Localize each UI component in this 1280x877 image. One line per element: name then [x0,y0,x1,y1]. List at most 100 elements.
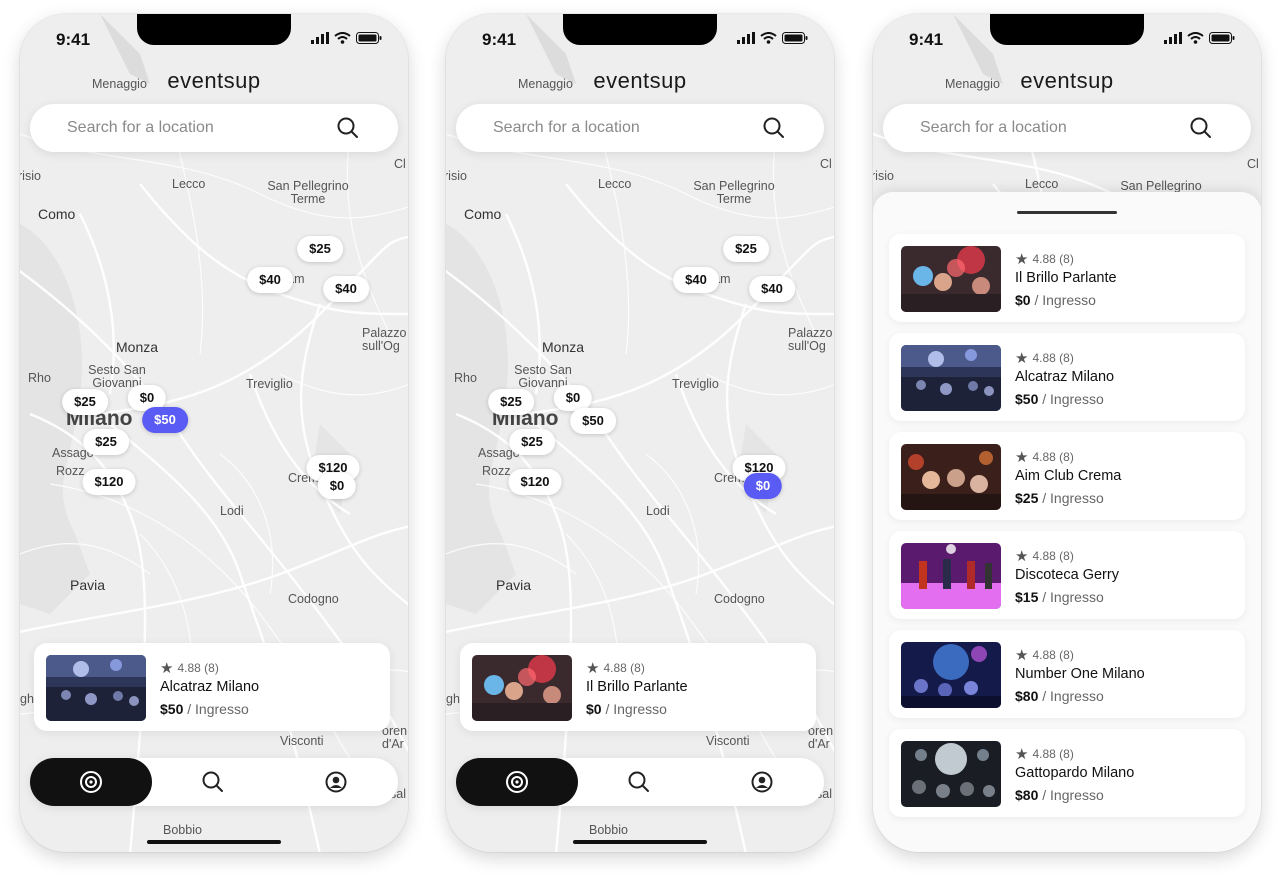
price-pin[interactable]: $40 [247,267,293,293]
app-logo: eventsup [593,68,687,93]
status-icons [1164,32,1235,44]
nav-search-button[interactable] [578,758,700,806]
event-list-item[interactable]: ★ 4.88 (8) Il Brillo Parlante $0 / Ingres… [889,234,1245,322]
price-pin[interactable]: $0 [317,473,357,499]
map-label-cl: Cl [820,157,832,171]
event-price: $80 / Ingresso [1015,787,1104,803]
map-label-palazzolo: Palazzo sull'Og [362,326,407,354]
search-bar[interactable]: Search for a location [30,104,398,152]
price-pin[interactable]: $40 [673,267,719,293]
event-price: $25 / Ingresso [1015,490,1104,506]
search-icon[interactable] [762,116,786,140]
price-pin[interactable]: $40 [323,276,369,302]
sheet-drag-handle[interactable] [1017,211,1117,214]
event-price: $0 / Ingresso [1015,292,1096,308]
explore-target-icon [80,771,102,793]
map-label-rho: Rho [28,371,51,385]
map-label-lecco: Lecco [1025,177,1059,191]
map-label-treviglio: Treviglio [246,377,293,391]
status-time: 9:41 [56,30,91,49]
price-pin[interactable]: $40 [749,276,795,302]
map-label-san-pellegrino: San Pellegrino Terme [267,179,349,207]
status-time: 9:41 [909,30,944,49]
price-pin[interactable]: $25 [509,429,555,455]
price-pin[interactable]: $120 [508,469,562,495]
price-pin[interactable]: $25 [83,429,129,455]
search-bar[interactable]: Search for a location [456,104,824,152]
map-label-bobbio: Bobbio [589,823,628,837]
search-icon[interactable] [1189,116,1213,140]
nav-profile-button[interactable] [700,758,824,806]
event-price: $80 / Ingresso [1015,688,1104,704]
star-icon: ★ [1015,251,1029,268]
star-icon: ★ [1015,350,1029,367]
price-pin-selected[interactable]: $50 [142,407,188,433]
map-label-como: Como [38,206,76,222]
event-list-sheet[interactable]: ★ 4.88 (8) Il Brillo Parlante $0 / Ingres… [873,192,1261,852]
nav-explore-button[interactable] [30,758,152,806]
price-pin[interactable]: $25 [723,236,769,262]
event-thumbnail [901,444,1001,510]
event-name: Aim Club Crema [1015,468,1122,484]
phone-screen-list: Menaggio risio Lecco San Pellegrino Term… [873,14,1261,852]
event-rating: ★ 4.88 (8) [1015,449,1074,466]
bottom-nav [30,758,398,806]
event-list-item[interactable]: ★ 4.88 (8) Number One Milano $80 / Ingres… [889,630,1245,718]
map-label-treviglio: Treviglio [672,377,719,391]
wifi-icon [760,32,777,44]
event-name: Il Brillo Parlante [1015,270,1117,286]
search-icon [628,771,649,792]
map-label-cl: Cl [394,157,406,171]
event-list-item[interactable]: ★ 4.88 (8) Discoteca Gerry $15 / Ingresso [889,531,1245,619]
event-list-item[interactable]: ★ 4.88 (8) Aim Club Crema $25 / Ingresso [889,432,1245,520]
map-label-san-pellegrino: San Pellegrino Terme [693,179,775,207]
map-label-visconti: Visconti [706,734,750,748]
phone-screen-map-brillo: Menaggio risio Como Lecco San Pellegrino… [446,14,834,852]
price-pin[interactable]: $25 [62,389,108,415]
star-icon: ★ [1015,647,1029,664]
nav-explore-button[interactable] [456,758,578,806]
map-label-codogno: Codogno [714,592,765,606]
star-icon: ★ [1015,449,1029,466]
event-preview-card[interactable]: ★ 4.88 (8) Alcatraz Milano $50 / Ingresso [34,643,390,731]
search-bar[interactable]: Search for a location [883,104,1251,152]
price-pin-selected[interactable]: $0 [743,473,783,499]
price-pin[interactable]: $25 [488,389,534,415]
status-time: 9:41 [482,30,517,49]
price-pin[interactable]: $25 [297,236,343,262]
signal-icon [311,32,329,44]
event-preview-card[interactable]: ★ 4.88 (8) Il Brillo Parlante $0 / Ingres… [460,643,816,731]
map-label-monza: Monza [542,339,585,355]
event-rating: ★ 4.88 (8) [160,660,219,677]
event-list-item[interactable]: ★ 4.88 (8) Alcatraz Milano $50 / Ingresso [889,333,1245,421]
profile-icon [325,771,347,793]
event-thumbnail [472,655,572,721]
price-pin[interactable]: $50 [570,408,616,434]
nav-profile-button[interactable] [274,758,398,806]
map-label-rozzano: Rozz [56,464,85,478]
map-label-gh: gh [446,692,460,706]
event-price: $50 / Ingresso [160,701,249,717]
event-price: $0 / Ingresso [586,701,667,717]
event-list-item[interactable]: ★ 4.88 (8) Gattopardo Milano $80 / Ingres… [889,729,1245,817]
event-rating: ★ 4.88 (8) [1015,746,1074,763]
search-icon[interactable] [336,116,360,140]
price-pin[interactable]: $120 [82,469,136,495]
map-label-risio: risio [873,169,894,183]
status-bar: 9:41 [446,14,834,62]
event-thumbnail [901,741,1001,807]
map-label-monza: Monza [116,339,159,355]
event-thumbnail [46,655,146,721]
search-placeholder: Search for a location [67,119,214,136]
nav-search-button[interactable] [152,758,274,806]
search-icon [202,771,223,792]
event-rating: ★ 4.88 (8) [1015,251,1074,268]
map-label-codogno: Codogno [288,592,339,606]
signal-icon [1164,32,1182,44]
map-label-lecco: Lecco [172,177,206,191]
map-label-pavia: Pavia [496,577,532,593]
event-thumbnail [901,246,1001,312]
phone-screen-map-alcatraz: Menaggio risio Como Lecco San Pellegrino… [20,14,408,852]
event-rating: ★ 4.88 (8) [1015,647,1074,664]
map-label-cl: Cl [1247,157,1259,171]
